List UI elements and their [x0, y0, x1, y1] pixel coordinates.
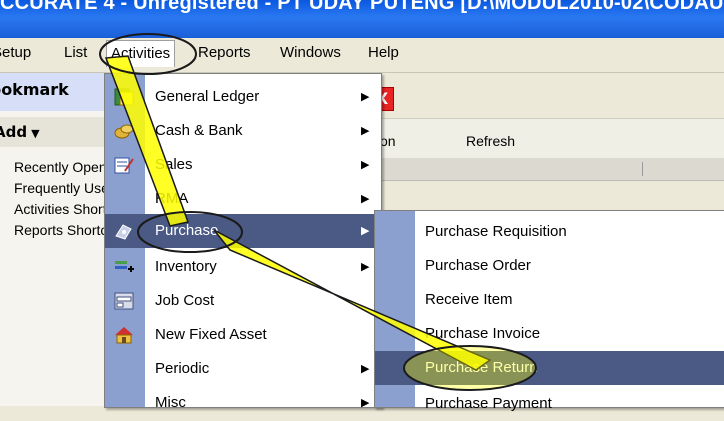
bookmark-sidebar: Bookmark Add▼ Recently Opened Frequently… [0, 73, 125, 406]
menu-item-label: Purchase Invoice [425, 325, 541, 342]
ledger-icon [114, 88, 134, 106]
menu-item-label: General Ledger [155, 88, 260, 105]
submenu-arrow-icon: ▶ [361, 363, 370, 375]
cash-bank-icon [114, 124, 134, 139]
submenu-arrow-icon: ▶ [361, 261, 370, 273]
menu-item-purchase-invoice[interactable]: Purchase Invoice [375, 317, 724, 351]
menu-item-label: Purchase Order [425, 257, 531, 274]
fixed-asset-icon [115, 327, 133, 344]
window-title-bar: CCURATE 4 - Unregistered - PT UDAY PUTEN… [0, 0, 724, 38]
bookmark-header: Bookmark [0, 73, 104, 111]
menu-item-label: Sales [155, 156, 193, 173]
submenu-arrow-icon: ▶ [361, 159, 370, 171]
menu-item-label: Purchase [155, 222, 219, 239]
submenu-arrow-icon: ▶ [361, 193, 370, 205]
menu-item-label: Inventory [155, 258, 217, 275]
menu-item-label: Purchase Payment [425, 395, 552, 412]
menu-item-purchase-payment[interactable]: Purchase Payment [375, 387, 724, 421]
submenu-arrow-icon: ▶ [361, 225, 370, 237]
menu-item-label: RMA [155, 190, 189, 207]
toolbar-partial-label[interactable]: on [380, 133, 396, 149]
menu-reports[interactable]: Reports [198, 44, 251, 61]
chevron-down-icon: ▼ [31, 127, 40, 140]
column-divider [642, 162, 643, 176]
menu-item-label: New Fixed Asset [155, 326, 267, 343]
sales-icon [114, 157, 134, 174]
menu-item-purchase-order[interactable]: Purchase Order [375, 249, 724, 283]
menu-item-label: Job Cost [155, 292, 215, 309]
menu-item-label: Receive Item [425, 291, 513, 308]
purchase-icon [115, 224, 132, 240]
refresh-button[interactable]: Refresh [466, 133, 515, 149]
submenu-arrow-icon: ▶ [361, 397, 370, 409]
menu-item-periodic[interactable]: Periodic ▶ [105, 352, 381, 386]
activities-menu: General Ledger ▶ Cash & Bank ▶ Sales ▶ R… [104, 73, 382, 411]
menu-item-rma[interactable]: RMA ▶ [105, 182, 381, 216]
grid-header-row [370, 158, 724, 181]
menu-item-label: Purchase Requisition [425, 223, 567, 240]
menu-item-new-fixed-asset[interactable]: New Fixed Asset [105, 318, 381, 352]
menu-activities[interactable]: Activities [106, 40, 176, 67]
menu-item-purchase-requisition[interactable]: Purchase Requisition [375, 215, 724, 249]
job-cost-icon [114, 292, 134, 310]
menu-bar: Setup List Activities Reports Windows He… [0, 38, 724, 73]
menu-item-general-ledger[interactable]: General Ledger ▶ [105, 80, 381, 114]
menu-item-sales[interactable]: Sales ▶ [105, 148, 381, 182]
menu-item-label: Misc [155, 394, 186, 411]
menu-item-cash-bank[interactable]: Cash & Bank ▶ [105, 114, 381, 148]
menu-item-label: Periodic [155, 360, 210, 377]
purchase-submenu: Purchase Requisition Purchase Order Rece… [374, 210, 724, 412]
menu-list[interactable]: List [64, 44, 87, 61]
menu-item-job-cost[interactable]: Job Cost [105, 284, 381, 318]
menu-help[interactable]: Help [368, 44, 399, 61]
menu-windows[interactable]: Windows [280, 44, 341, 61]
menu-item-inventory[interactable]: Inventory ▶ [105, 250, 381, 284]
menu-item-purchase-return[interactable]: Purchase Return [375, 351, 724, 385]
menu-setup[interactable]: Setup [0, 44, 31, 61]
menu-item-misc[interactable]: Misc ▶ [105, 386, 381, 420]
submenu-arrow-icon: ▶ [361, 125, 370, 137]
menu-item-receive-item[interactable]: Receive Item [375, 283, 724, 317]
menu-item-label: Cash & Bank [155, 122, 243, 139]
menu-item-label: Purchase Return [425, 359, 538, 376]
toolbar: on Refresh [370, 118, 724, 160]
submenu-arrow-icon: ▶ [361, 91, 370, 103]
inventory-icon [115, 261, 134, 272]
add-bookmark-button[interactable]: Add▼ [0, 117, 104, 147]
menu-item-purchase[interactable]: Purchase ▶ [105, 214, 381, 248]
window-title: CCURATE 4 - Unregistered - PT UDAY PUTEN… [0, 0, 724, 14]
